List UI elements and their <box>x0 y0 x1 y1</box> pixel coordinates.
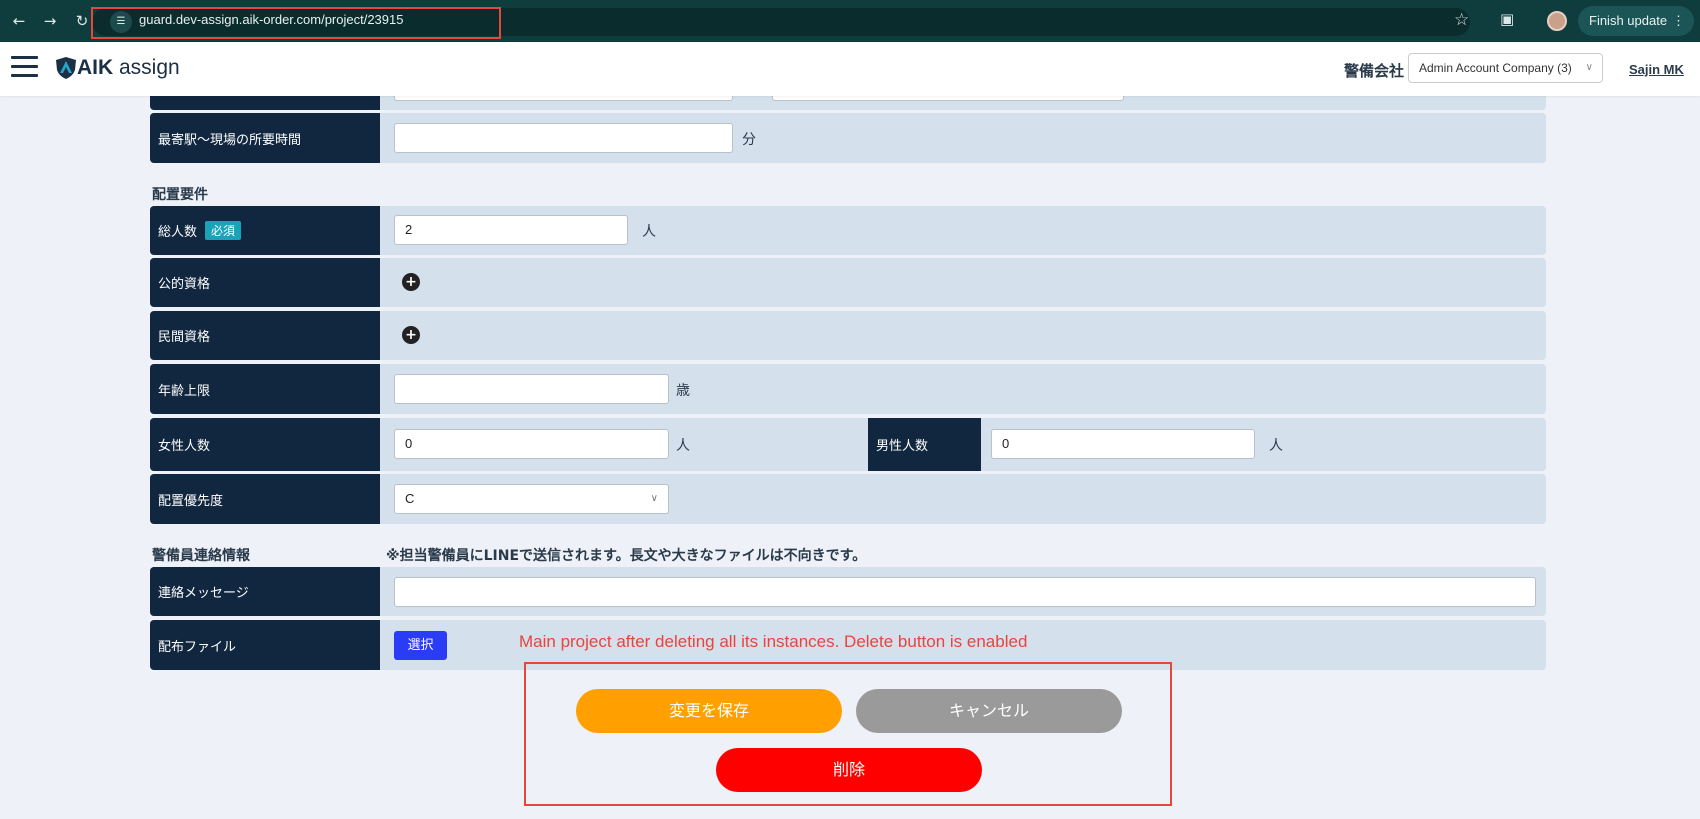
contact-section-title: 警備員連絡情報 <box>152 548 250 564</box>
file-label: 配布ファイル <box>150 620 380 670</box>
annotation-text: Main project after deleting all its inst… <box>519 632 1028 651</box>
priority-select[interactable]: C ∨ <box>394 484 669 514</box>
message-label: 連絡メッセージ <box>150 567 380 616</box>
user-name-link[interactable]: Sajin MK <box>1629 62 1684 77</box>
private-qual-label: 民間資格 <box>150 311 380 360</box>
contact-note: ※担当警備員にLINEで送信されます。長文や大きなファイルは不向きです。 <box>386 548 867 564</box>
male-count-input[interactable]: 0 <box>991 429 1255 459</box>
extensions-icon[interactable]: ▣ <box>1500 10 1514 28</box>
age-limit-label: 年齢上限 <box>150 364 380 414</box>
female-label: 女性人数 <box>150 418 380 471</box>
priority-select-value: C <box>405 491 415 506</box>
female-person-unit: 人 <box>676 438 690 454</box>
form-row-private-qual: 民間資格 + <box>150 311 1546 360</box>
logo-shield-icon <box>56 57 76 79</box>
form-row-message: 連絡メッセージ <box>150 567 1546 616</box>
total-label-cell: 総人数 必須 <box>150 206 380 255</box>
male-label: 男性人数 <box>868 418 981 471</box>
finish-update-button[interactable]: Finish update ⋮ <box>1578 6 1694 36</box>
star-icon[interactable]: ☆ <box>1454 10 1469 30</box>
logo-text[interactable]: AIK assign <box>77 56 180 80</box>
back-icon[interactable]: ← <box>9 11 29 31</box>
form-row-total: 総人数 必須 2 人 <box>150 206 1546 255</box>
age-limit-input[interactable] <box>394 374 669 404</box>
url-highlight-box <box>91 7 501 39</box>
form-row-travel-time: 最寄駅〜現場の所要時間 分 <box>150 113 1546 163</box>
company-select[interactable]: Admin Account Company (3) ∨ <box>1408 53 1603 83</box>
age-unit: 歳 <box>676 383 690 399</box>
file-select-button[interactable]: 選択 <box>394 631 447 660</box>
minutes-unit: 分 <box>742 132 756 148</box>
form-row-public-qual: 公的資格 + <box>150 258 1546 307</box>
form-row-gender-counts: 女性人数 0 人 男性人数 0 人 <box>150 418 1546 471</box>
cancel-button[interactable]: キャンセル <box>856 689 1122 733</box>
app-header: AIK assign 警備会社 Admin Account Company (3… <box>0 42 1700 96</box>
form-row-priority: 配置優先度 C ∨ <box>150 474 1546 524</box>
total-label: 総人数 <box>158 225 198 240</box>
public-qual-label: 公的資格 <box>150 258 380 307</box>
reload-icon[interactable]: ↻ <box>72 11 92 31</box>
male-person-unit: 人 <box>1269 438 1283 454</box>
company-select-value: Admin Account Company (3) <box>1419 61 1572 75</box>
chevron-down-icon: ∨ <box>1585 62 1593 73</box>
forward-icon[interactable]: → <box>40 11 60 31</box>
company-label: 警備会社 <box>1344 62 1405 80</box>
required-badge: 必須 <box>205 221 242 240</box>
chevron-down-icon: ∨ <box>650 493 658 504</box>
delete-button[interactable]: 削除 <box>716 748 982 792</box>
travel-time-label: 最寄駅〜現場の所要時間 <box>150 113 380 163</box>
total-input[interactable]: 2 <box>394 215 628 245</box>
female-count-input[interactable]: 0 <box>394 429 669 459</box>
placement-section-title: 配置要件 <box>152 187 208 203</box>
finish-update-label: Finish update <box>1589 13 1668 28</box>
add-private-qual-icon[interactable]: + <box>402 326 420 344</box>
form-row-age-limit: 年齢上限 歳 <box>150 364 1546 414</box>
hamburger-menu-icon[interactable] <box>11 56 38 78</box>
browser-toolbar: ← → ↻ ☰ guard.dev-assign.aik-order.com/p… <box>0 0 1700 42</box>
profile-avatar[interactable] <box>1547 11 1567 31</box>
more-icon[interactable]: ⋮ <box>1672 6 1685 36</box>
add-public-qual-icon[interactable]: + <box>402 273 420 291</box>
person-unit: 人 <box>642 224 656 240</box>
message-input[interactable] <box>394 577 1536 607</box>
travel-time-input[interactable] <box>394 123 733 153</box>
priority-label: 配置優先度 <box>150 474 380 524</box>
save-button[interactable]: 変更を保存 <box>576 689 842 733</box>
